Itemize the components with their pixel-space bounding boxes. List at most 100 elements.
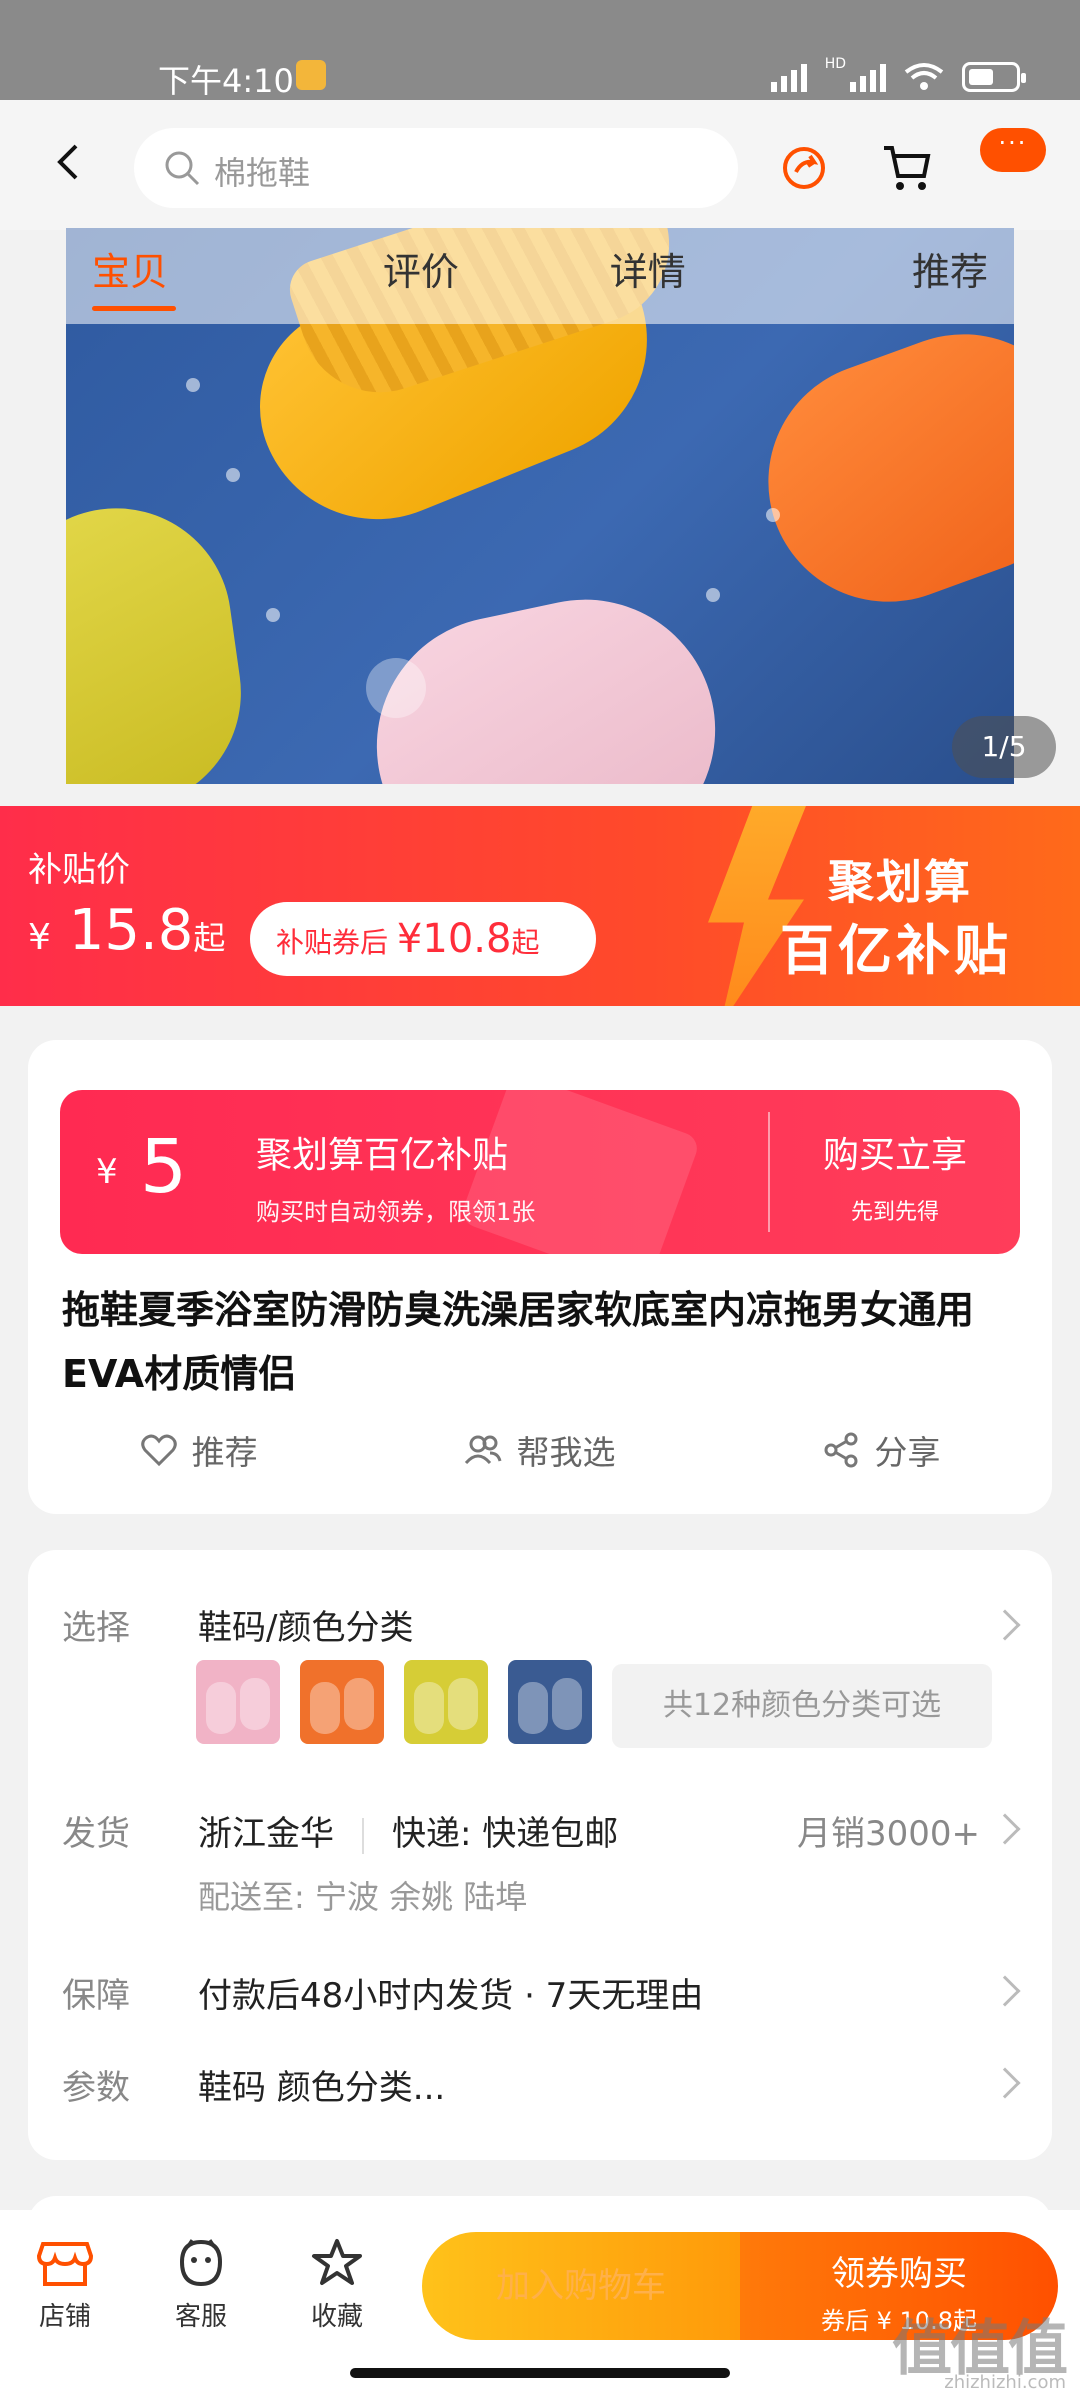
- ship-info: 浙江金华 快递: 快递包邮: [198, 1806, 618, 1855]
- hd-label: HD: [824, 56, 846, 72]
- chevron-right-icon: [989, 1609, 1021, 1641]
- water-drop: [226, 468, 240, 482]
- ship-method: 快递: 快递包邮: [392, 1814, 619, 1854]
- price-label: 补贴价: [28, 850, 130, 890]
- color-thumb[interactable]: [508, 1660, 592, 1744]
- guarantee-label: 保障: [62, 1976, 130, 2016]
- params-label: 参数: [62, 2068, 130, 2108]
- coupon-buy-button[interactable]: 购买立享: [800, 1126, 990, 1178]
- add-to-cart-button[interactable]: 加入购物车: [422, 2232, 740, 2340]
- color-thumb[interactable]: [300, 1660, 384, 1744]
- price-currency: ¥: [28, 917, 51, 958]
- favorite-label: 收藏: [310, 2302, 363, 2332]
- coupon-price-pill: 补贴券后 ¥10.8起: [250, 902, 596, 976]
- color-thumb[interactable]: [196, 1660, 280, 1744]
- tab-details[interactable]: 详情: [534, 228, 761, 324]
- shop-button[interactable]: 店铺: [10, 2238, 120, 2333]
- people-icon: [465, 1435, 502, 1465]
- coupon-title: 聚划算百亿补贴: [256, 1135, 509, 1176]
- share-reward-icon[interactable]: [778, 142, 830, 194]
- coupon-currency: ¥: [96, 1152, 118, 1192]
- tab-recommend[interactable]: 推荐: [761, 228, 1014, 324]
- customer-service-button[interactable]: 客服: [146, 2238, 256, 2333]
- home-indicator[interactable]: [350, 2368, 730, 2378]
- watermark-url: zhizhizhi.com: [944, 2372, 1066, 2393]
- shipping-row[interactable]: 发货 浙江金华 快递: 快递包邮 月销3000+ 配送至: 宁波 余姚 陆埠: [28, 1800, 1052, 1940]
- recommend-label: 推荐: [191, 1433, 258, 1472]
- water-drop: [266, 608, 280, 622]
- coupon-amount: 5: [140, 1124, 188, 1210]
- more-menu-button[interactable]: ···: [980, 128, 1046, 172]
- ship-label: 发货: [62, 1814, 130, 1854]
- shop-icon: [37, 2242, 93, 2286]
- select-value: 鞋码/颜色分类: [198, 1608, 414, 1648]
- favorite-button[interactable]: 收藏: [282, 2238, 392, 2333]
- customer-service-icon: [179, 2239, 223, 2287]
- select-row[interactable]: 选择 鞋码/颜色分类 共12种颜色分类可选: [28, 1600, 1052, 1800]
- search-input[interactable]: 棉拖鞋: [134, 128, 738, 208]
- search-icon: [165, 151, 200, 186]
- price-amount: 15.8: [68, 898, 194, 963]
- color-count-chip[interactable]: 共12种颜色分类可选: [612, 1664, 992, 1748]
- back-arrow-icon[interactable]: [50, 142, 90, 182]
- recommend-button[interactable]: 推荐: [28, 1420, 369, 1480]
- chevron-right-icon: [989, 2067, 1021, 2099]
- select-label: 选择: [62, 1608, 130, 1648]
- status-bar: 下午4:10 HD: [0, 0, 1080, 100]
- share-button[interactable]: 分享: [711, 1420, 1052, 1480]
- battery-icon: [962, 62, 1026, 92]
- coupon-divider: [768, 1112, 770, 1232]
- shop-label: 店铺: [38, 2302, 91, 2332]
- share-label: 分享: [874, 1433, 941, 1472]
- product-info-card: ¥ 5 聚划算百亿补贴 购买时自动领券，限领1张 购买立享 先到先得 拖鞋夏季浴…: [28, 1040, 1052, 1514]
- subsidy-coupon[interactable]: ¥ 5 聚划算百亿补贴 购买时自动领券，限领1张 购买立享 先到先得: [60, 1090, 1020, 1254]
- monthly-sales: 月销3000+: [796, 1814, 980, 1854]
- promo-title: 聚划算: [828, 855, 972, 909]
- price-suffix: 起: [193, 919, 226, 957]
- price-value: ¥ 15.8起: [28, 898, 225, 963]
- color-thumb[interactable]: [404, 1660, 488, 1744]
- coupon-suffix: 起: [511, 926, 540, 959]
- guarantee-value: 付款后48小时内发货 · 7天无理由: [198, 1976, 704, 2016]
- search-text: 棉拖鞋: [214, 154, 311, 192]
- status-time: 下午4:10: [158, 62, 294, 100]
- coupon-button-sub: 先到先得: [850, 1200, 939, 1225]
- wifi-icon: [904, 63, 944, 90]
- top-nav: 棉拖鞋 ···: [0, 100, 1080, 230]
- cart-icon[interactable]: [880, 140, 934, 194]
- chevron-right-icon: [989, 1813, 1021, 1845]
- product-gallery[interactable]: 宝贝 评价 详情 推荐: [66, 228, 1014, 784]
- signal-icon-2: [850, 64, 886, 92]
- gallery-pager: 1/5: [952, 716, 1056, 778]
- deliver-to: 配送至: 宁波 余姚 陆埠: [198, 1878, 528, 1916]
- service-label: 客服: [174, 2302, 227, 2332]
- params-row[interactable]: 参数 鞋码 颜色分类...: [28, 2054, 1052, 2134]
- promo-subtitle: 百亿补贴: [780, 919, 1012, 982]
- divider: [362, 1817, 364, 1854]
- coupon-price: ¥10.8: [396, 916, 512, 962]
- water-drop: [366, 658, 426, 718]
- params-value: 鞋码 颜色分类...: [198, 2068, 446, 2108]
- product-options-card: 选择 鞋码/颜色分类 共12种颜色分类可选 发货 浙江金华 快递: 快递包邮 月销…: [28, 1550, 1052, 2160]
- help-choose-label: 帮我选: [516, 1433, 616, 1472]
- product-title: 拖鞋夏季浴室防滑防臭洗澡居家软底室内凉拖男女通用EVA材质情侣: [62, 1288, 975, 1396]
- status-icons: HD: [770, 56, 1026, 92]
- color-thumbnails: [196, 1660, 592, 1744]
- guarantee-row[interactable]: 保障 付款后48小时内发货 · 7天无理由: [28, 1962, 1052, 2042]
- price-banner: 补贴价 ¥ 15.8起 补贴券后 ¥10.8起 聚划算 百亿补贴: [0, 806, 1080, 1006]
- water-drop: [766, 508, 780, 522]
- star-icon: [312, 2239, 362, 2285]
- notification-icon: [296, 60, 326, 90]
- coupon-subtitle: 购买时自动领券，限领1张: [256, 1198, 536, 1226]
- water-drop: [186, 378, 200, 392]
- tab-baobei[interactable]: 宝贝: [66, 228, 308, 324]
- tab-reviews[interactable]: 评价: [308, 228, 535, 324]
- gallery-tabs: 宝贝 评价 详情 推荐: [66, 228, 1014, 324]
- action-row: 推荐 帮我选 分享: [28, 1420, 1052, 1480]
- help-choose-button[interactable]: 帮我选: [369, 1420, 710, 1480]
- chevron-right-icon: [989, 1975, 1021, 2007]
- signal-icon: [770, 64, 807, 92]
- buy-label: 领券购买: [831, 2254, 967, 2294]
- heart-icon: [140, 1434, 177, 1467]
- water-drop: [706, 588, 720, 602]
